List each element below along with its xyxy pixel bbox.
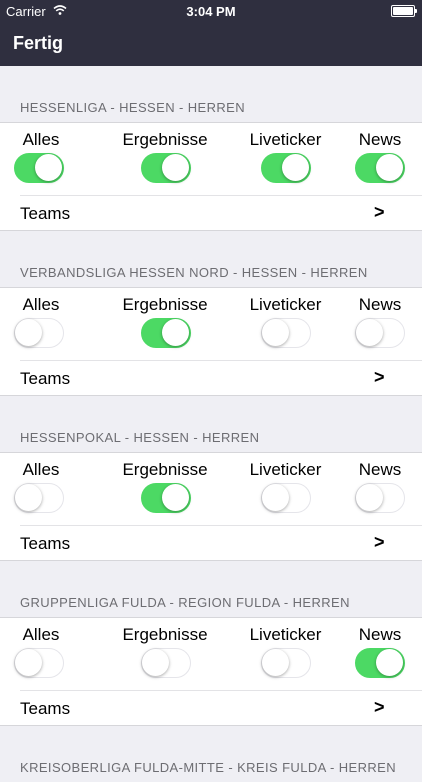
section-header: KREISOBERLIGA FULDA-MITTE - KREIS FULDA … bbox=[20, 760, 397, 775]
navigation-bar: Carrier 3:04 PM Fertig bbox=[0, 0, 422, 66]
switch-knob bbox=[162, 319, 189, 346]
switch-ergebnisse[interactable] bbox=[141, 483, 191, 513]
chevron-right-icon: > bbox=[374, 202, 385, 222]
toggle-label-alles: Alles bbox=[22, 130, 60, 149]
toggle-cell-ergebnisse: Ergebnisse bbox=[120, 453, 210, 525]
switch-knob bbox=[15, 484, 42, 511]
switch-alles[interactable] bbox=[14, 318, 64, 348]
toggle-row: Alles Ergebnisse Liveticker News bbox=[14, 123, 422, 196]
toggle-label-liveticker: Liveticker bbox=[249, 295, 322, 314]
teams-label: Teams bbox=[20, 699, 71, 718]
toggle-cell-liveticker: Liveticker bbox=[247, 288, 324, 360]
switch-knob bbox=[262, 649, 289, 676]
switch-knob bbox=[262, 484, 289, 511]
status-time: 3:04 PM bbox=[186, 4, 236, 19]
section-header: GRUPPENLIGA FULDA - REGION FULDA - HERRE… bbox=[20, 595, 350, 610]
switch-knob bbox=[162, 154, 189, 181]
chevron-right-icon: > bbox=[374, 367, 385, 387]
toggle-cell-alles: Alles bbox=[14, 288, 64, 360]
switch-liveticker[interactable] bbox=[261, 648, 311, 678]
toggle-label-ergebnisse: Ergebnisse bbox=[122, 625, 208, 644]
teams-label: Teams bbox=[20, 534, 71, 553]
section-header: VERBANDSLIGA HESSEN NORD - HESSEN - HERR… bbox=[20, 265, 368, 280]
switch-knob bbox=[376, 649, 403, 676]
switch-alles[interactable] bbox=[14, 648, 64, 678]
toggle-cell-alles: Alles bbox=[14, 453, 64, 525]
toggle-label-ergebnisse: Ergebnisse bbox=[122, 460, 208, 479]
switch-knob bbox=[356, 484, 383, 511]
switch-ergebnisse[interactable] bbox=[141, 153, 191, 183]
switch-alles[interactable] bbox=[14, 153, 64, 183]
switch-liveticker[interactable] bbox=[261, 153, 311, 183]
switch-news[interactable] bbox=[355, 483, 405, 513]
toggle-label-alles: Alles bbox=[22, 625, 60, 644]
switch-knob bbox=[262, 319, 289, 346]
switch-news[interactable] bbox=[355, 318, 405, 348]
toggle-label-liveticker: Liveticker bbox=[249, 625, 322, 644]
section-header: HESSENPOKAL - HESSEN - HERREN bbox=[20, 430, 260, 445]
toggle-cell-news: News bbox=[354, 618, 406, 690]
toggle-label-news: News bbox=[358, 130, 402, 149]
toggle-label-news: News bbox=[358, 625, 402, 644]
toggle-cell-ergebnisse: Ergebnisse bbox=[120, 123, 210, 195]
teams-label: Teams bbox=[20, 369, 71, 388]
chevron-right-icon: > bbox=[374, 532, 385, 552]
section-card: Alles Ergebnisse Liveticker News Teams > bbox=[0, 287, 422, 396]
section-card: Alles Ergebnisse Liveticker News Teams > bbox=[0, 122, 422, 231]
done-button[interactable]: Fertig bbox=[13, 33, 63, 54]
toggle-label-alles: Alles bbox=[22, 460, 60, 479]
switch-knob bbox=[162, 484, 189, 511]
switch-liveticker[interactable] bbox=[261, 318, 311, 348]
switch-knob bbox=[35, 154, 62, 181]
toggle-cell-news: News bbox=[354, 453, 406, 525]
toggle-label-ergebnisse: Ergebnisse bbox=[122, 295, 208, 314]
toggle-label-alles: Alles bbox=[22, 295, 60, 314]
switch-alles[interactable] bbox=[14, 483, 64, 513]
switch-knob bbox=[356, 319, 383, 346]
switch-knob bbox=[15, 649, 42, 676]
switch-liveticker[interactable] bbox=[261, 483, 311, 513]
toggle-row: Alles Ergebnisse Liveticker News bbox=[14, 288, 422, 361]
toggle-cell-liveticker: Liveticker bbox=[247, 453, 324, 525]
teams-row[interactable]: Teams > bbox=[0, 361, 422, 395]
toggle-cell-alles: Alles bbox=[14, 123, 64, 195]
toggle-cell-news: News bbox=[354, 123, 406, 195]
toggle-cell-liveticker: Liveticker bbox=[247, 123, 324, 195]
teams-label: Teams bbox=[20, 204, 71, 223]
toggle-cell-ergebnisse: Ergebnisse bbox=[120, 288, 210, 360]
switch-knob bbox=[282, 154, 309, 181]
toggle-label-liveticker: Liveticker bbox=[249, 130, 322, 149]
switch-knob bbox=[15, 319, 42, 346]
switch-news[interactable] bbox=[355, 648, 405, 678]
section-header: HESSENLIGA - HESSEN - HERREN bbox=[20, 100, 246, 115]
toggle-label-ergebnisse: Ergebnisse bbox=[122, 130, 208, 149]
settings-list: HESSENLIGA - HESSEN - HERREN Alles Ergebni… bbox=[0, 66, 422, 782]
toggle-cell-liveticker: Liveticker bbox=[247, 618, 324, 690]
switch-knob bbox=[376, 154, 403, 181]
section-card: Alles Ergebnisse Liveticker News Teams > bbox=[0, 452, 422, 561]
toggle-cell-alles: Alles bbox=[14, 618, 64, 690]
toggle-row: Alles Ergebnisse Liveticker News bbox=[14, 453, 422, 526]
switch-knob bbox=[142, 649, 169, 676]
switch-news[interactable] bbox=[355, 153, 405, 183]
toggle-cell-ergebnisse: Ergebnisse bbox=[120, 618, 210, 690]
toggle-row: Alles Ergebnisse Liveticker News bbox=[14, 618, 422, 691]
switch-ergebnisse[interactable] bbox=[141, 318, 191, 348]
section-card: Alles Ergebnisse Liveticker News Teams > bbox=[0, 617, 422, 726]
toggle-label-news: News bbox=[358, 460, 402, 479]
toggle-label-liveticker: Liveticker bbox=[249, 460, 322, 479]
teams-row[interactable]: Teams > bbox=[0, 526, 422, 560]
toggle-label-news: News bbox=[358, 295, 402, 314]
toggle-cell-news: News bbox=[354, 288, 406, 360]
teams-row[interactable]: Teams > bbox=[0, 196, 422, 230]
chevron-right-icon: > bbox=[374, 697, 385, 717]
battery-icon bbox=[391, 5, 417, 17]
switch-ergebnisse[interactable] bbox=[141, 648, 191, 678]
teams-row[interactable]: Teams > bbox=[0, 691, 422, 725]
